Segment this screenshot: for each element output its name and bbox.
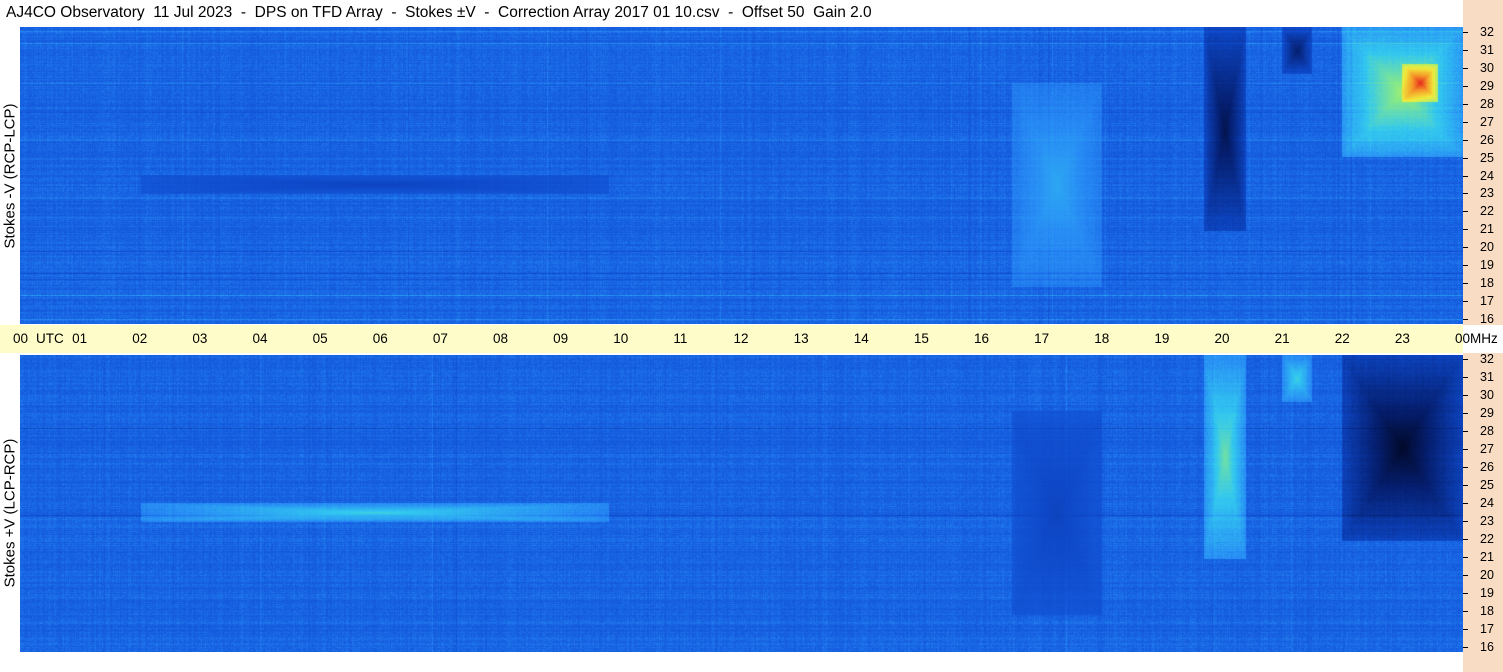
freq-tick-label: 19: [1480, 586, 1494, 600]
freq-tick-label: 29: [1480, 78, 1494, 93]
freq-strip-top-cap: [1463, 0, 1503, 26]
time-tick: 00: [13, 331, 29, 346]
time-tick: 04: [252, 331, 268, 346]
freq-tick-label: 25: [1480, 150, 1494, 165]
time-tick: 15: [913, 331, 929, 346]
spectrogram-top: [20, 27, 1463, 324]
freq-tick-label: 18: [1480, 604, 1494, 618]
time-tick: 22: [1334, 331, 1350, 346]
freq-tick-label: 21: [1480, 550, 1494, 564]
time-tick: 18: [1094, 331, 1110, 346]
time-unit-label: UTC: [36, 331, 64, 346]
freq-tick-label: 27: [1480, 442, 1494, 456]
ylabel-bottom-panel: Stokes +V (LCP-RCP): [0, 353, 20, 672]
time-tick: 20: [1214, 331, 1230, 346]
ylabel-bottom-text: Stokes +V (LCP-RCP): [1, 438, 19, 587]
freq-tick-label: 16: [1480, 640, 1494, 654]
freq-tick-label: 31: [1480, 42, 1494, 57]
time-tick: 02: [132, 331, 148, 346]
ylabel-top-panel: Stokes -V (RCP-LCP): [0, 26, 20, 325]
time-tick: 07: [432, 331, 448, 346]
time-tick: 16: [974, 331, 990, 346]
freq-tick-label: 23: [1480, 514, 1494, 528]
freq-tick-label: 26: [1480, 132, 1494, 147]
freq-tick-label: 29: [1480, 406, 1494, 420]
time-axis: 00 01 02 03 04 05 06 07 08 09 10 11 12 13 14 15 16 17 18 19…: [0, 325, 1498, 353]
spectrogram-bottom-canvas: [20, 355, 1463, 652]
time-tick: 09: [553, 331, 569, 346]
freq-tick-label: 32: [1480, 25, 1494, 39]
freq-tick-label: 32: [1480, 352, 1494, 366]
ylabel-top-text: Stokes -V (RCP-LCP): [1, 102, 19, 249]
freq-tick-label: 23: [1480, 186, 1494, 201]
time-tick: 12: [733, 331, 749, 346]
spectrogram-bottom: [20, 355, 1463, 652]
time-tick: 23: [1394, 331, 1410, 346]
freq-tick-label: 19: [1480, 258, 1494, 273]
time-tick: 19: [1154, 331, 1170, 346]
time-tick: 17: [1034, 331, 1050, 346]
freq-tick-label: 27: [1480, 114, 1494, 129]
freq-tick-label: 31: [1480, 370, 1494, 384]
time-tick: 13: [793, 331, 809, 346]
freq-tick-label: 20: [1480, 240, 1494, 255]
time-tick: 08: [493, 331, 509, 346]
time-tick: 11: [673, 331, 688, 346]
time-tick: 00: [1455, 331, 1471, 346]
chart-title: AJ4CO Observatory 11 Jul 2023 - DPS on T…: [0, 0, 1463, 26]
freq-tick-label: 20: [1480, 568, 1494, 582]
freq-tick-label: 17: [1480, 294, 1494, 309]
freq-tick-label: 18: [1480, 276, 1494, 291]
time-tick: 01: [72, 331, 88, 346]
time-tick: 05: [312, 331, 328, 346]
freq-tick-label: 22: [1480, 204, 1494, 219]
spectrogram-top-canvas: [20, 27, 1463, 324]
freq-tick-label: 16: [1480, 312, 1494, 326]
freq-tick-label: 22: [1480, 532, 1494, 546]
freq-tick-label: 30: [1480, 388, 1494, 402]
time-tick: 06: [372, 331, 388, 346]
freq-tick-label: 28: [1480, 96, 1494, 111]
time-tick: 21: [1274, 331, 1290, 346]
freq-tick-label: 17: [1480, 622, 1494, 636]
freq-tick-label: 24: [1480, 168, 1494, 183]
time-tick: 03: [192, 331, 208, 346]
time-tick: 10: [613, 331, 629, 346]
freq-tick-label: 25: [1480, 478, 1494, 492]
freq-unit-label: MHz: [1470, 331, 1498, 346]
freq-tick-label: 26: [1480, 460, 1494, 474]
freq-tick-label: 21: [1480, 222, 1494, 237]
freq-tick-label: 28: [1480, 424, 1494, 438]
time-tick: 14: [853, 331, 869, 346]
freq-tick-label: 30: [1480, 60, 1494, 75]
freq-tick-label: 24: [1480, 496, 1494, 510]
